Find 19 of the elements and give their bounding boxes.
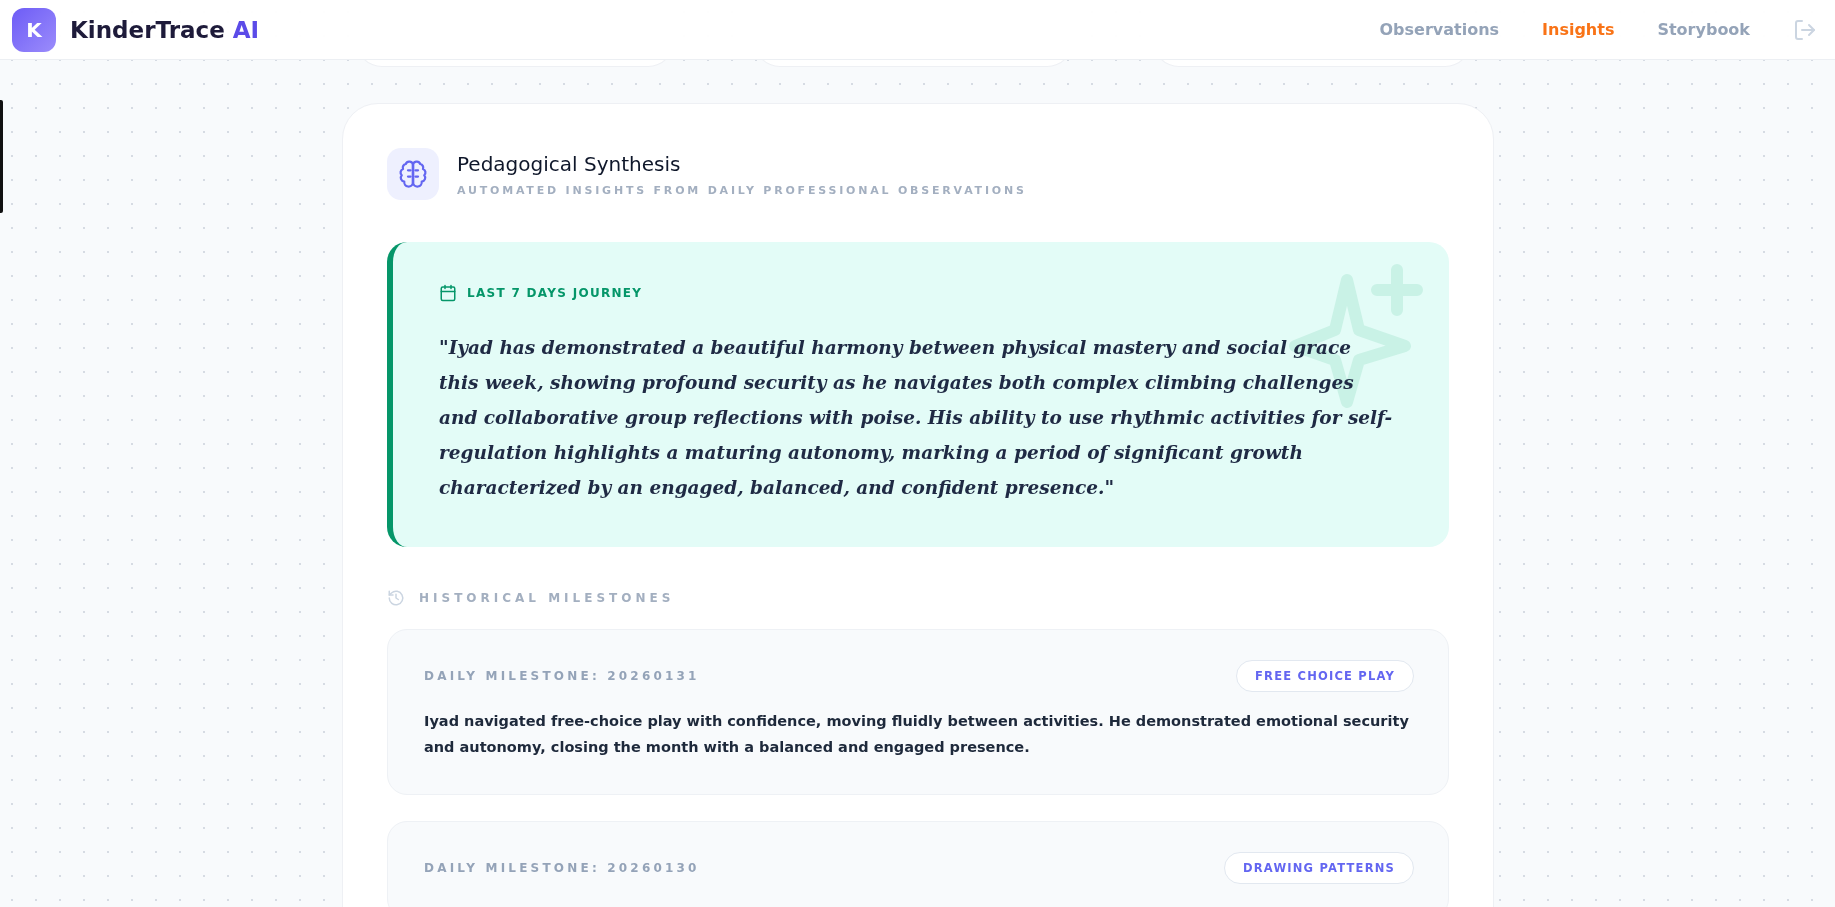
nav-link[interactable]: Storybook xyxy=(1657,20,1750,39)
brand-name: KinderTrace AI xyxy=(70,16,260,43)
milestone-text: Iyad navigated free-choice play with confidence, moving fluidly between activities. He demonstrated emotional security and autonomy, closing the month with a balanced and engaged presence. xyxy=(424,712,1410,757)
journey-label: LAST 7 DAYS JOURNEY xyxy=(467,286,643,300)
journey-quote: "Iyad has demonstrated a beautiful harmony between physical mastery and social grace this week, showing profound security as he navigates both complex climbing challenges and collaborative group reflections with poise. His ability to use rhythmic activities for self-regulation highlights a maturing autonomy, marking a period of significant growth characterized by an engaged, balanced, and confident presence." xyxy=(439,336,1394,500)
card-subtitle: AUTOMATED INSIGHTS FROM DAILY PROFESSIONAL OBSERVATIONS xyxy=(457,183,1027,197)
section-label: HISTORICAL MILESTONES xyxy=(419,591,675,605)
logo-icon: K xyxy=(12,7,56,52)
card-title: Pedagogical Synthesis xyxy=(457,151,682,176)
calendar-icon xyxy=(439,284,457,302)
milestone-tag: FREE CHOICE PLAY xyxy=(1236,660,1414,692)
nav-link[interactable]: Insights xyxy=(1542,20,1615,39)
milestone-heading: DAILY MILESTONE: 20260131 xyxy=(424,669,700,683)
nav-link[interactable]: Observations xyxy=(1379,20,1500,39)
logout-icon[interactable] xyxy=(1793,17,1817,42)
brain-icon xyxy=(387,148,439,200)
history-icon xyxy=(387,589,405,607)
milestone-tag: DRAWING PATTERNS xyxy=(1224,852,1414,884)
milestone-heading: DAILY MILESTONE: 20260130 xyxy=(424,861,700,875)
